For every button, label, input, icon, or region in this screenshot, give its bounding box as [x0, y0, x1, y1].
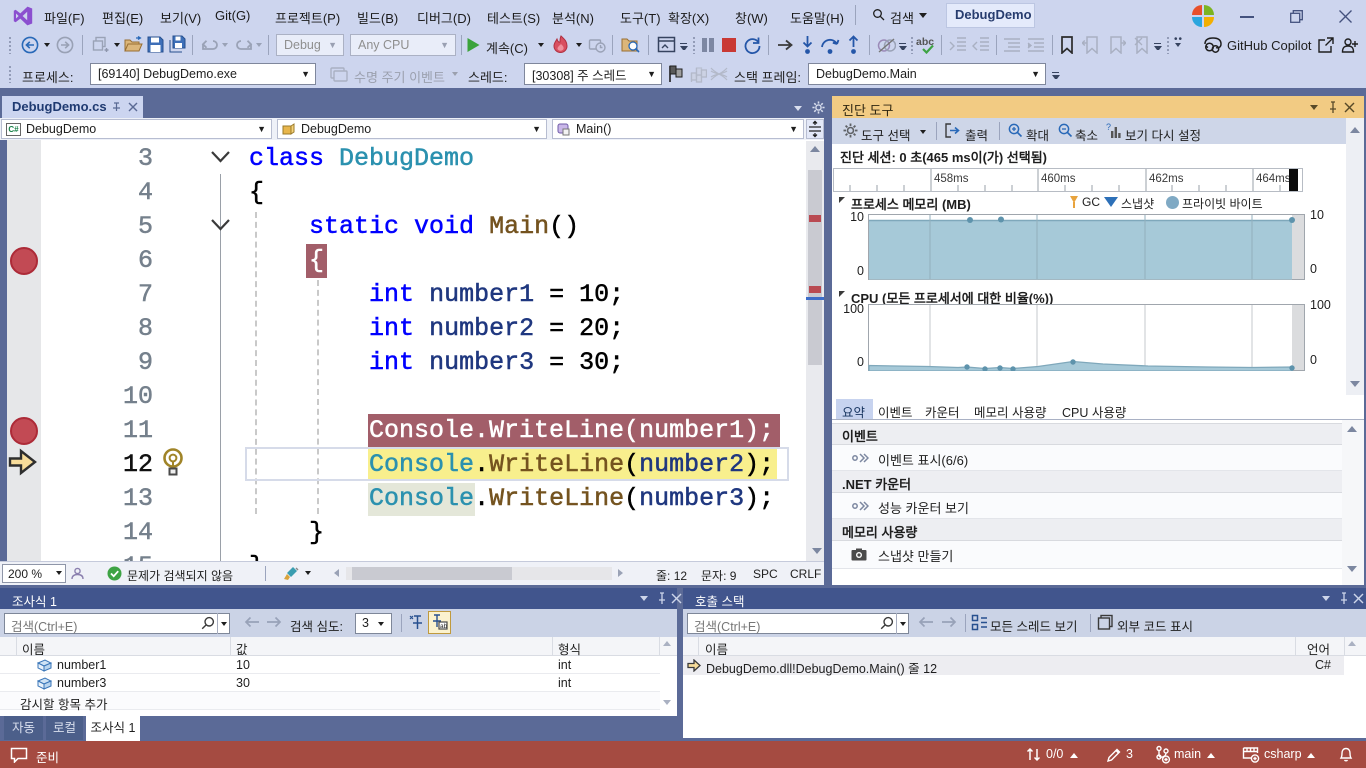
svg-text:462ms: 462ms — [1149, 173, 1184, 185]
svg-text:464ms: 464ms — [1256, 173, 1291, 185]
svg-text:ab: ab — [440, 623, 448, 630]
svg-text:?: ? — [1106, 122, 1111, 132]
svg-text:460ms: 460ms — [1041, 173, 1076, 185]
svg-text:458ms: 458ms — [934, 173, 969, 185]
